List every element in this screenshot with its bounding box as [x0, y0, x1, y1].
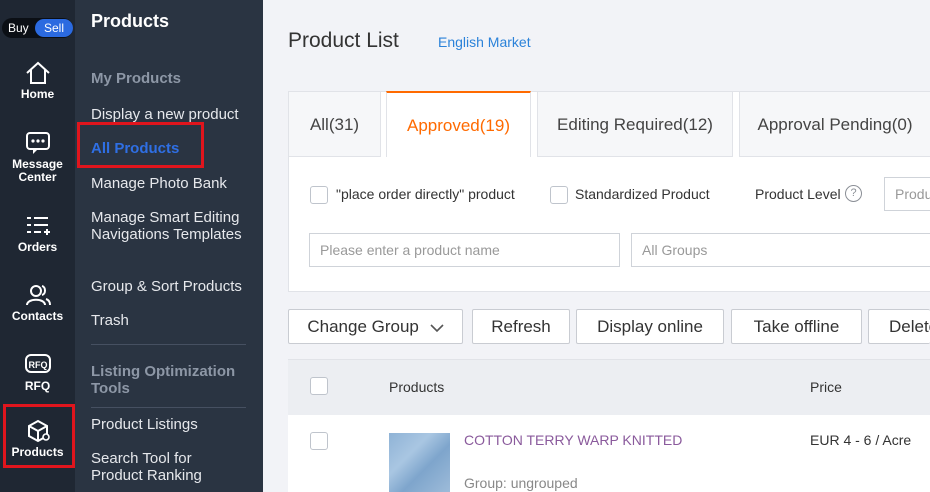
standardized-label: Standardized Product: [575, 186, 710, 202]
change-group-label: Change Group: [307, 317, 419, 336]
page-title: Product List: [288, 29, 399, 52]
products-highlight-box: [3, 404, 75, 468]
place-order-label: "place order directly" product: [336, 186, 515, 202]
product-level-select[interactable]: Produ: [884, 177, 930, 211]
menu-trash[interactable]: Trash: [91, 312, 256, 329]
market-link[interactable]: English Market: [438, 34, 531, 50]
rail-item-contacts[interactable]: Contacts: [0, 282, 75, 323]
product-group: Group: ungrouped: [464, 475, 578, 491]
buy-option[interactable]: Buy: [8, 21, 29, 35]
product-name-input[interactable]: Please enter a product name: [309, 233, 620, 267]
rail-label: Home: [20, 87, 55, 101]
column-header-products: Products: [389, 379, 445, 395]
menu-product-listings[interactable]: Product Listings: [91, 416, 256, 433]
standardized-checkbox[interactable]: [550, 186, 568, 204]
rail-label: Orders: [17, 240, 58, 254]
rfq-icon-text: RFQ: [28, 360, 47, 370]
place-order-checkbox[interactable]: [310, 186, 328, 204]
product-price: EUR 4 - 6 / Acre: [810, 432, 912, 448]
main-content: Product List English Market All(31) Appr…: [263, 0, 930, 492]
global-nav-rail: Buy Sell Home Message Center Orders Cont…: [0, 0, 75, 492]
menu-manage-smart-editing[interactable]: Manage Smart Editing Navigations Templat…: [91, 209, 256, 243]
rail-item-rfq[interactable]: RFQ RFQ: [0, 352, 75, 393]
product-level-label: Product Level: [755, 186, 841, 202]
product-thumbnail[interactable]: [389, 433, 450, 492]
row-checkbox[interactable]: [310, 432, 328, 450]
rfq-icon: RFQ: [24, 354, 51, 373]
contacts-icon: [25, 285, 51, 306]
delete-button[interactable]: Delete: [868, 309, 930, 344]
submenu-divider: [91, 344, 246, 345]
rail-label-line-2: Center: [18, 170, 57, 184]
status-tabs: All(31) Approved(19) Editing Required(12…: [288, 91, 930, 157]
table-row: [288, 415, 930, 492]
submenu-title: Products: [91, 11, 170, 31]
rail-label: Contacts: [11, 309, 64, 323]
menu-manage-photo-bank[interactable]: Manage Photo Bank: [91, 175, 256, 192]
rail-item-message-center[interactable]: Message Center: [0, 130, 75, 184]
select-all-checkbox[interactable]: [310, 377, 328, 395]
products-submenu: Products My Products Display a new produ…: [75, 0, 263, 492]
column-header-price: Price: [810, 379, 842, 395]
message-icon: [25, 132, 50, 154]
tab-approval-pending[interactable]: Approval Pending(0): [739, 91, 930, 157]
section-my-products: My Products: [91, 70, 182, 87]
submenu-divider: [91, 407, 246, 408]
refresh-button[interactable]: Refresh: [472, 309, 570, 344]
section-listing-optimization: Listing Optimization Tools: [91, 363, 236, 397]
product-name-link[interactable]: COTTON TERRY WARP KNITTED: [464, 432, 682, 448]
rail-label: RFQ: [24, 379, 51, 393]
orders-icon: [26, 217, 50, 235]
tab-editing-required[interactable]: Editing Required(12): [537, 91, 733, 157]
menu-search-tool-ranking[interactable]: Search Tool for Product Ranking: [91, 450, 231, 484]
buy-sell-toggle[interactable]: Buy Sell: [2, 18, 73, 38]
menu-group-sort-products[interactable]: Group & Sort Products: [91, 278, 256, 295]
sell-option[interactable]: Sell: [35, 19, 73, 37]
help-icon[interactable]: ?: [845, 185, 862, 202]
chevron-down-icon: [430, 323, 444, 332]
rail-item-orders[interactable]: Orders: [0, 213, 75, 254]
tab-all[interactable]: All(31): [288, 91, 381, 157]
display-online-button[interactable]: Display online: [576, 309, 724, 344]
take-offline-button[interactable]: Take offline: [731, 309, 862, 344]
home-icon: [25, 61, 50, 84]
group-select[interactable]: All Groups: [631, 233, 930, 267]
tab-approved[interactable]: Approved(19): [386, 91, 531, 157]
menu-display-new-product[interactable]: Display a new product: [91, 106, 256, 123]
change-group-button[interactable]: Change Group: [288, 309, 463, 344]
all-products-highlight-box: [77, 122, 204, 168]
rail-item-home[interactable]: Home: [0, 60, 75, 101]
